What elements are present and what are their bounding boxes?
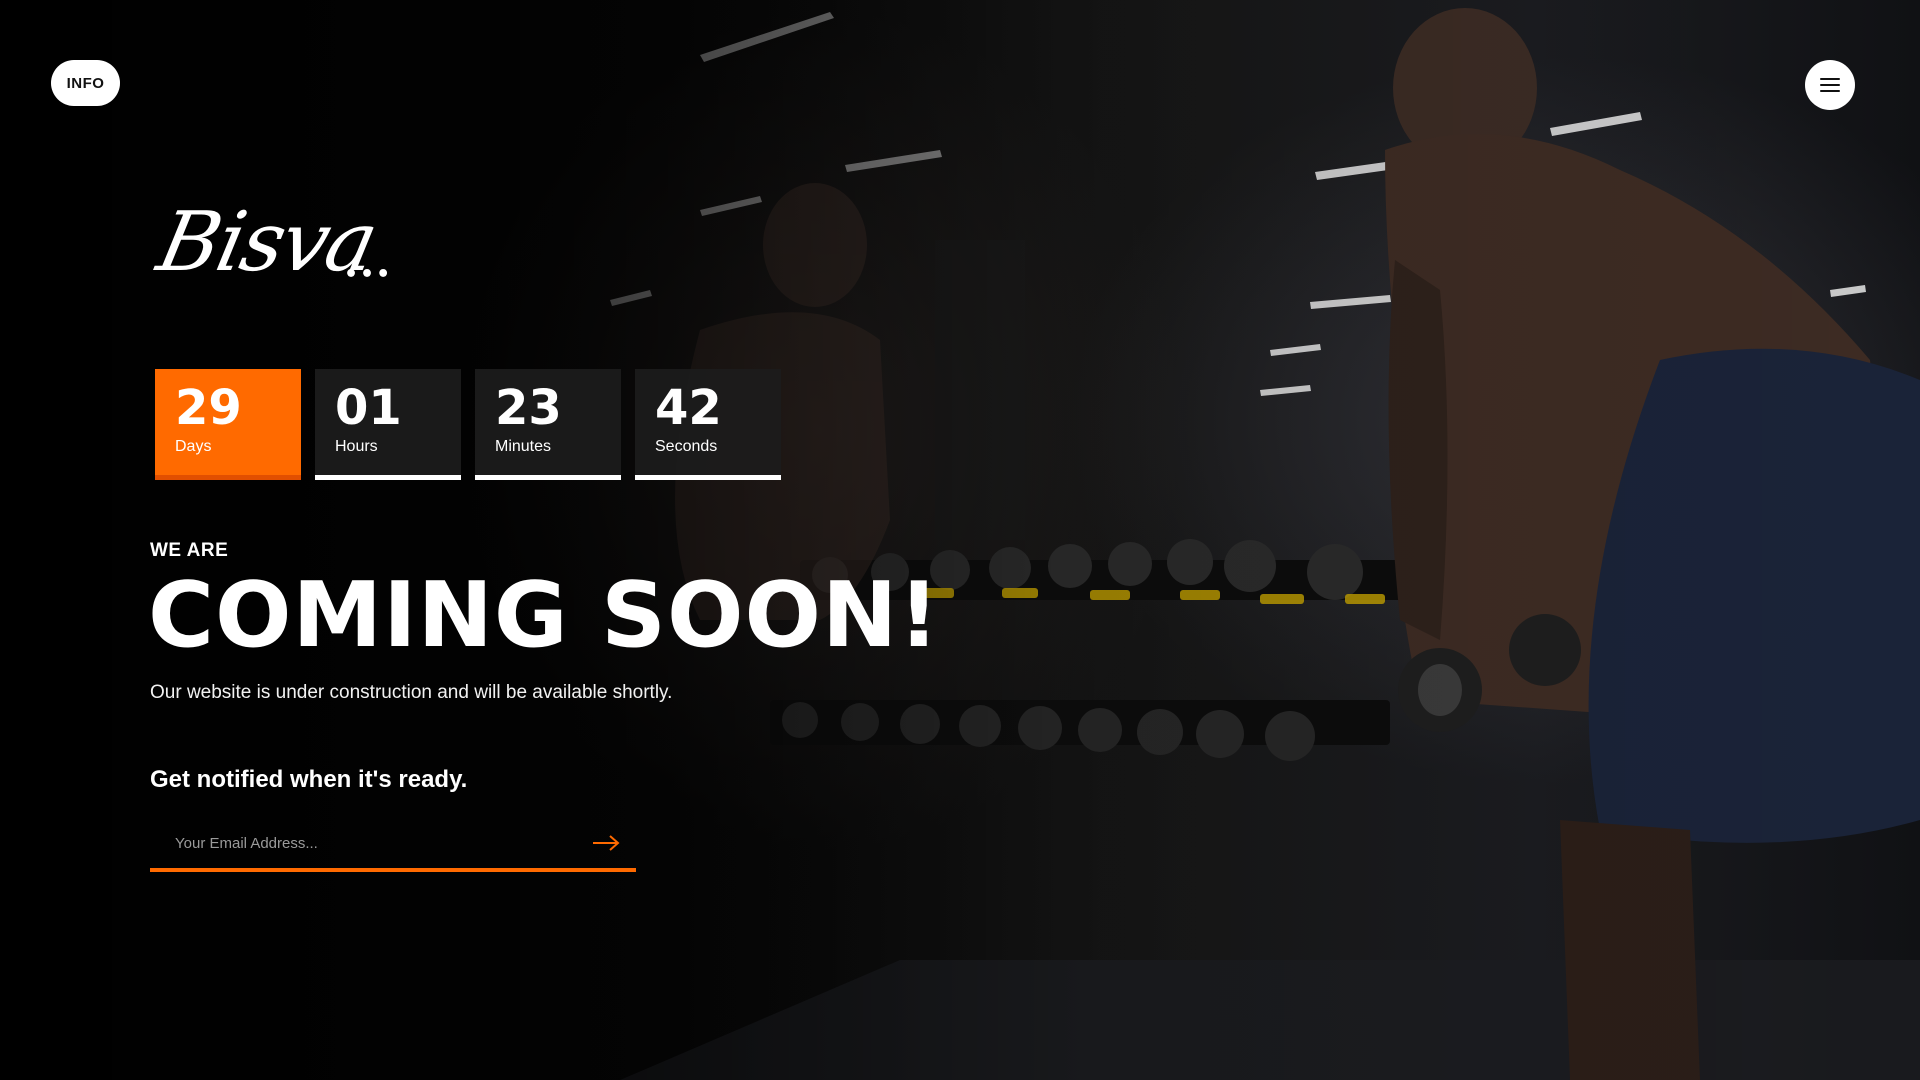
- logo-dots: •••: [344, 262, 393, 287]
- hamburger-menu-icon: [1820, 78, 1840, 92]
- countdown-label: Minutes: [495, 438, 552, 456]
- background-photo: [0, 0, 1920, 1080]
- countdown-hours: 01 Hours: [315, 369, 461, 480]
- countdown-timer: 29 Days 01 Hours 23 Minutes 42 Seconds: [155, 369, 781, 480]
- hero-eyebrow: WE ARE: [150, 540, 229, 561]
- info-button[interactable]: INFO: [51, 60, 120, 106]
- menu-button[interactable]: [1805, 60, 1855, 110]
- countdown-value: 23: [495, 380, 562, 436]
- hero-headline: COMING SOON!: [148, 563, 941, 668]
- countdown-value: 01: [335, 380, 402, 436]
- countdown-label: Days: [175, 438, 212, 456]
- countdown-seconds: 42 Seconds: [635, 369, 781, 480]
- countdown-label: Hours: [335, 438, 378, 456]
- countdown-days: 29 Days: [155, 369, 301, 480]
- countdown-minutes: 23 Minutes: [475, 369, 621, 480]
- subscribe-form: [150, 818, 636, 872]
- arrow-right-icon: [593, 835, 620, 851]
- email-input[interactable]: [150, 818, 576, 868]
- background-shade: [0, 0, 1920, 1080]
- subscribe-heading: Get notified when it's ready.: [150, 766, 468, 793]
- hero-subtext: Our website is under construction and wi…: [150, 682, 673, 703]
- brand-logo: Bisva •••: [150, 195, 400, 312]
- countdown-value: 42: [655, 380, 722, 436]
- countdown-label: Seconds: [655, 438, 718, 456]
- subscribe-submit-button[interactable]: [576, 818, 636, 868]
- countdown-value: 29: [175, 380, 242, 436]
